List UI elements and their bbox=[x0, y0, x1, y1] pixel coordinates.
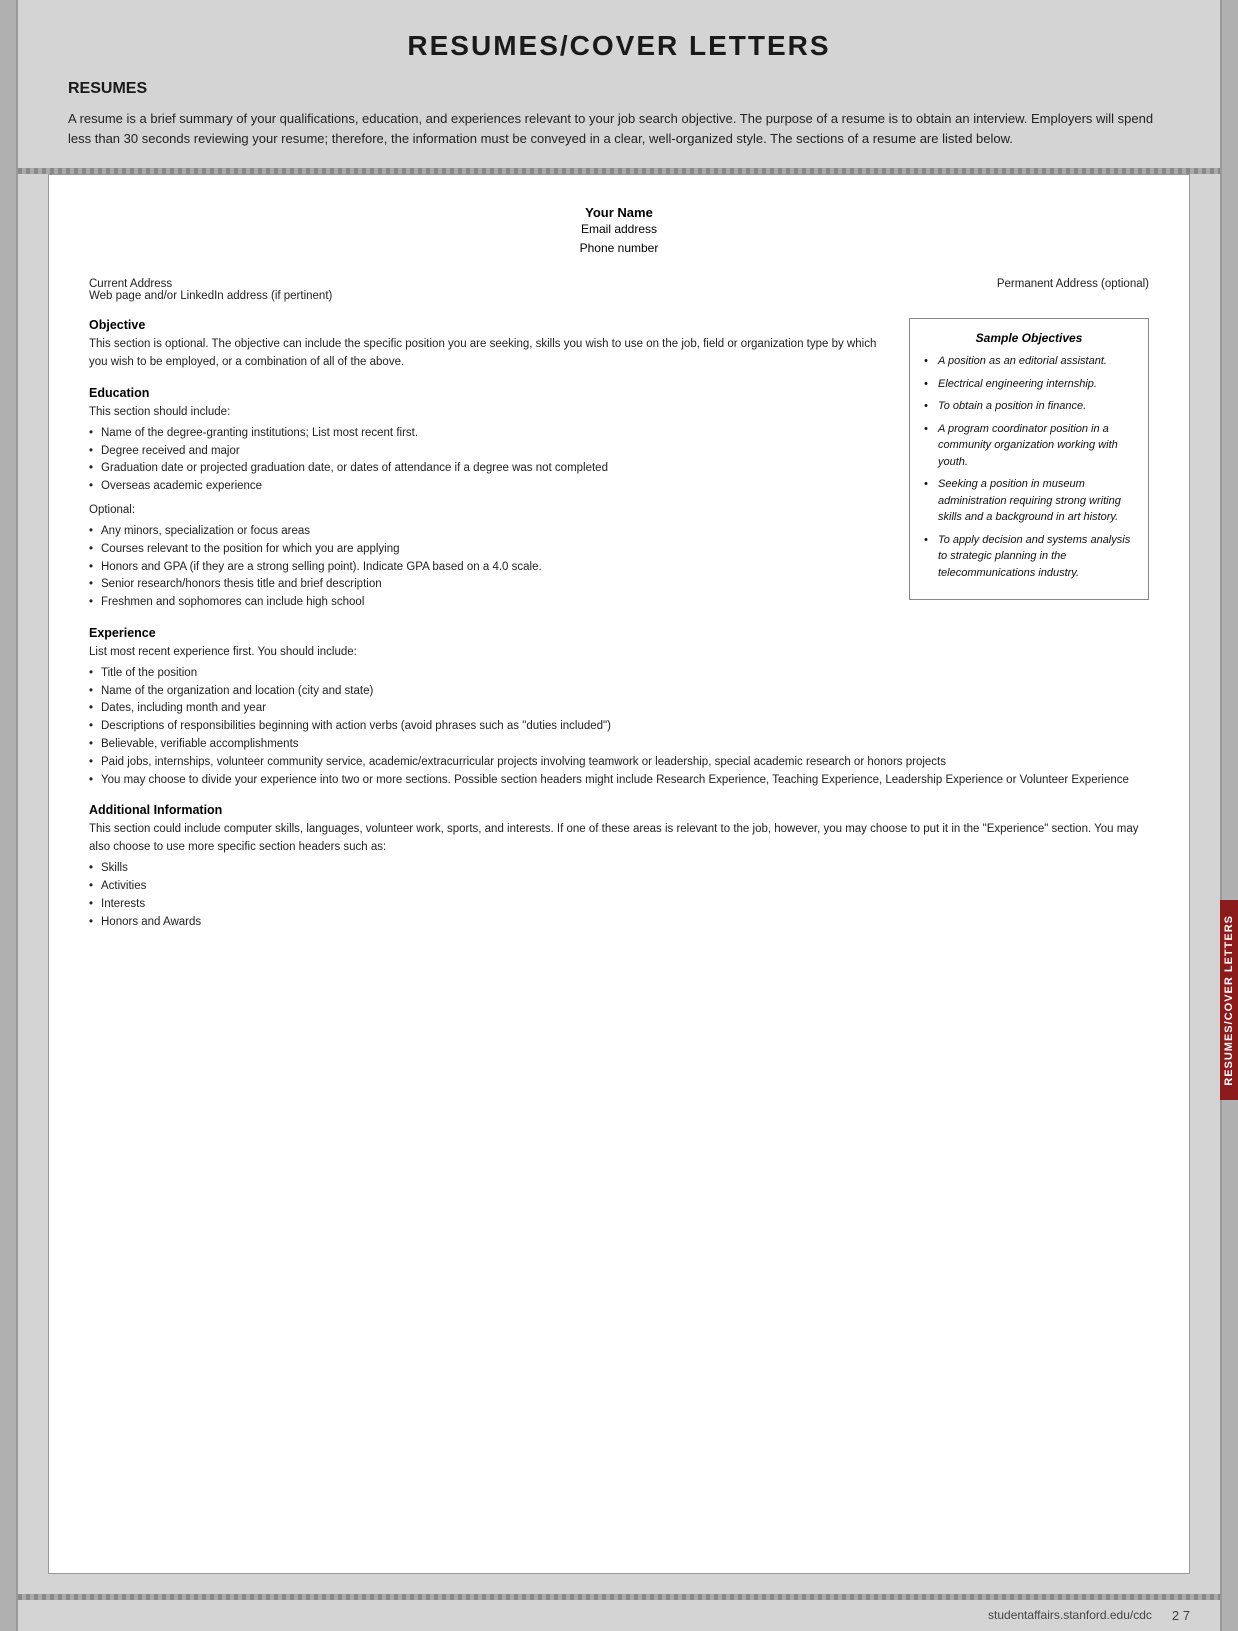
add-bullet-1: Skills bbox=[89, 860, 1149, 878]
sample-obj-2: Electrical engineering internship. bbox=[924, 376, 1134, 393]
sample-obj-6: To apply decision and systems analysis t… bbox=[924, 532, 1134, 582]
edu-opt-5: Freshmen and sophomores can include high… bbox=[89, 594, 889, 612]
additional-info-section: Additional Information This section coul… bbox=[89, 803, 1149, 931]
education-bullet-4: Overseas academic experience bbox=[89, 478, 889, 496]
resume-email: Email address bbox=[89, 220, 1149, 239]
exp-bullet-1: Title of the position bbox=[89, 665, 1149, 683]
edu-opt-1: Any minors, specialization or focus area… bbox=[89, 523, 889, 541]
education-optional-bullets: Any minors, specialization or focus area… bbox=[89, 523, 889, 612]
current-address: Current Address Web page and/or LinkedIn… bbox=[89, 278, 332, 302]
resume-phone: Phone number bbox=[89, 239, 1149, 258]
objective-section-row: Objective This section is optional. The … bbox=[89, 318, 1149, 626]
left-content-col: Objective This section is optional. The … bbox=[89, 318, 889, 626]
education-title: Education bbox=[89, 386, 889, 400]
sample-objectives-title: Sample Objectives bbox=[924, 331, 1134, 345]
add-bullet-2: Activities bbox=[89, 878, 1149, 896]
experience-body: List most recent experience first. You s… bbox=[89, 644, 1149, 662]
edu-opt-4: Senior research/honors thesis title and … bbox=[89, 576, 889, 594]
footer-page: 2 7 bbox=[1172, 1608, 1190, 1623]
address-row: Current Address Web page and/or LinkedIn… bbox=[89, 278, 1149, 302]
exp-bullet-5: Believable, verifiable accomplishments bbox=[89, 736, 1149, 754]
current-address-sub: Web page and/or LinkedIn address (if per… bbox=[89, 290, 332, 302]
edu-opt-3: Honors and GPA (if they are a strong sel… bbox=[89, 559, 889, 577]
intro-section: RESUMES A resume is a brief summary of y… bbox=[18, 77, 1220, 168]
education-bullet-1: Name of the degree-granting institutions… bbox=[89, 425, 889, 443]
education-bullet-2: Degree received and major bbox=[89, 443, 889, 461]
sample-obj-4: A program coordinator position in a comm… bbox=[924, 421, 1134, 471]
education-bullets: Name of the degree-granting institutions… bbox=[89, 425, 889, 496]
add-bullet-4: Honors and Awards bbox=[89, 914, 1149, 932]
main-content: RESUMES/COVER LETTERS RESUMES A resume i… bbox=[18, 0, 1220, 1631]
experience-bullets: Title of the position Name of the organi… bbox=[89, 665, 1149, 790]
experience-title: Experience bbox=[89, 626, 1149, 640]
left-border bbox=[0, 0, 18, 1631]
right-border: RESUMES/COVER LETTERS bbox=[1220, 0, 1238, 1631]
education-bullet-3: Graduation date or projected graduation … bbox=[89, 460, 889, 478]
exp-bullet-6: Paid jobs, internships, volunteer commun… bbox=[89, 754, 1149, 772]
page-container: RESUMES/COVER LETTERS RESUMES A resume i… bbox=[0, 0, 1238, 1631]
resume-header: Your Name Email address Phone number bbox=[89, 205, 1149, 258]
footer-area: studentaffairs.stanford.edu/cdc 2 7 bbox=[18, 1600, 1220, 1631]
page-title: RESUMES/COVER LETTERS bbox=[18, 0, 1220, 77]
objective-section: Objective This section is optional. The … bbox=[89, 318, 889, 372]
exp-bullet-4: Descriptions of responsibilities beginni… bbox=[89, 718, 1149, 736]
additional-info-title: Additional Information bbox=[89, 803, 1149, 817]
exp-bullet-7: You may choose to divide your experience… bbox=[89, 772, 1149, 790]
edu-opt-2: Courses relevant to the position for whi… bbox=[89, 541, 889, 559]
resumes-heading: RESUMES bbox=[68, 77, 1170, 101]
exp-bullet-2: Name of the organization and location (c… bbox=[89, 683, 1149, 701]
sample-objectives-box: Sample Objectives A position as an edito… bbox=[909, 318, 1149, 600]
right-tab: RESUMES/COVER LETTERS bbox=[1220, 900, 1238, 1100]
permanent-address-label: Permanent Address (optional) bbox=[997, 278, 1149, 290]
sample-obj-3: To obtain a position in finance. bbox=[924, 398, 1134, 415]
education-optional-label: Optional: bbox=[89, 502, 889, 520]
resume-name: Your Name bbox=[89, 205, 1149, 220]
current-address-label: Current Address bbox=[89, 278, 332, 290]
right-tab-text: RESUMES/COVER LETTERS bbox=[1223, 915, 1235, 1086]
document-area: Your Name Email address Phone number Cur… bbox=[48, 174, 1190, 1574]
sample-obj-1: A position as an editorial assistant. bbox=[924, 353, 1134, 370]
education-body: This section should include: bbox=[89, 404, 889, 422]
education-section: Education This section should include: N… bbox=[89, 386, 889, 612]
add-bullet-3: Interests bbox=[89, 896, 1149, 914]
sample-objectives-list: A position as an editorial assistant. El… bbox=[924, 353, 1134, 581]
additional-info-body: This section could include computer skil… bbox=[89, 821, 1149, 857]
additional-info-bullets: Skills Activities Interests Honors and A… bbox=[89, 860, 1149, 931]
experience-section: Experience List most recent experience f… bbox=[89, 626, 1149, 790]
objective-body: This section is optional. The objective … bbox=[89, 336, 889, 372]
footer-url: studentaffairs.stanford.edu/cdc bbox=[988, 1608, 1152, 1623]
permanent-address: Permanent Address (optional) bbox=[997, 278, 1149, 302]
exp-bullet-3: Dates, including month and year bbox=[89, 700, 1149, 718]
sample-obj-5: Seeking a position in museum administrat… bbox=[924, 476, 1134, 526]
intro-body: A resume is a brief summary of your qual… bbox=[68, 109, 1170, 148]
objective-title: Objective bbox=[89, 318, 889, 332]
